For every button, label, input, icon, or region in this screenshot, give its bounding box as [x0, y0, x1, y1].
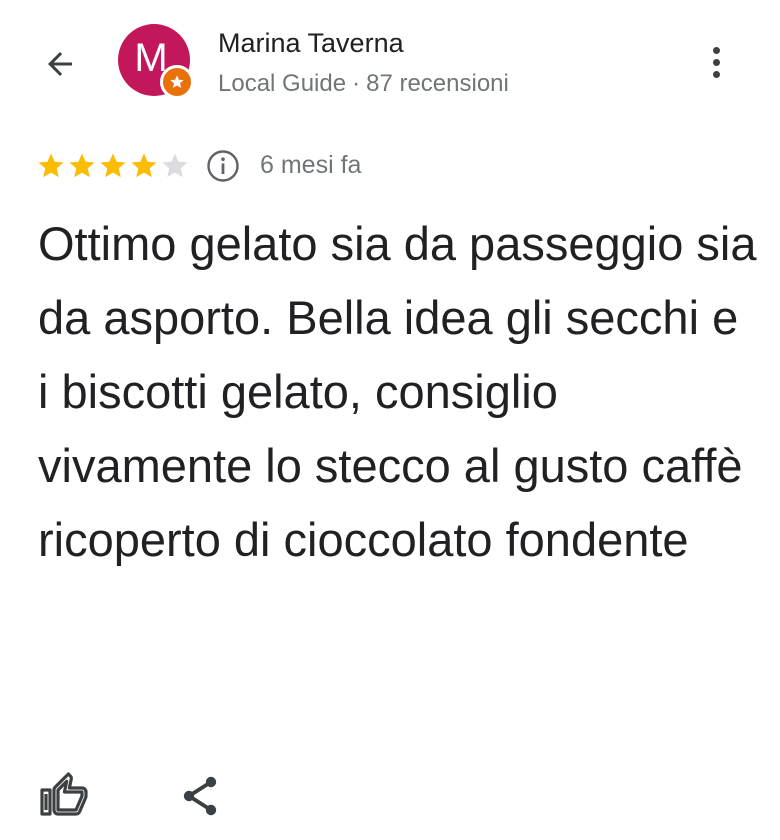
star-rating	[36, 151, 190, 181]
arrow-left-icon	[48, 52, 72, 76]
back-button[interactable]	[36, 40, 84, 88]
star-empty-icon	[162, 153, 188, 178]
review-text: Ottimo gelato sia da passeggio sia da as…	[38, 217, 757, 566]
share-button[interactable]	[176, 772, 224, 820]
reviewer-name[interactable]: Marina Taverna	[218, 28, 404, 59]
local-guide-label: Local Guide	[218, 70, 347, 97]
more-options-button[interactable]	[696, 38, 736, 86]
share-icon	[183, 776, 217, 816]
info-icon[interactable]	[206, 149, 240, 183]
star-filled-icon	[38, 153, 64, 178]
like-button[interactable]	[40, 772, 88, 820]
menu-dot	[712, 46, 720, 54]
review-time: 6 mesi fa	[260, 151, 362, 179]
star-filled-icon	[131, 153, 157, 178]
thumbs-up-icon	[40, 772, 88, 816]
star-filled-icon	[69, 153, 95, 178]
star-filled-icon	[100, 153, 126, 178]
menu-dot	[712, 58, 720, 66]
review-count: 87 recensioni	[366, 70, 509, 97]
local-guide-badge-icon	[160, 65, 194, 99]
menu-dot	[712, 70, 720, 78]
meta-separator: ·	[352, 70, 361, 97]
reviewer-meta: Local Guide · 87 recensioni	[218, 70, 509, 98]
